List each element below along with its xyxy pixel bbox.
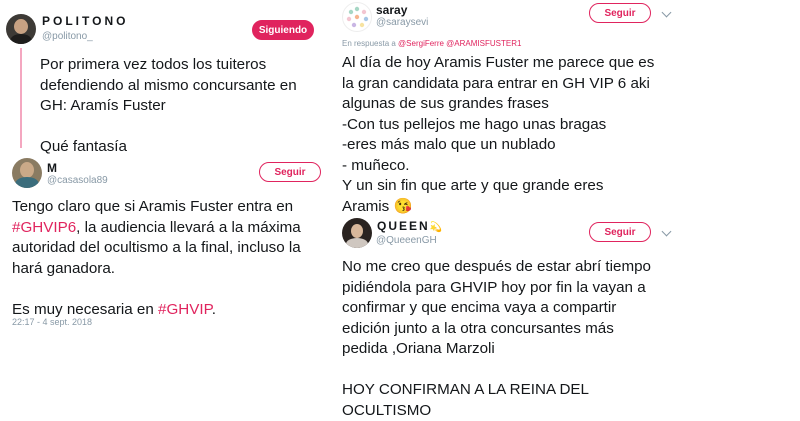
avatar-m[interactable] [12,158,42,188]
tweet-line: - muñeco. [342,156,654,177]
chevron-down-icon[interactable] [662,227,672,237]
tweet-line: #GHVIP6, la audiencia llevará a la máxim… [12,218,301,239]
avatar-dots-icon [343,3,371,31]
avatar-saray[interactable] [342,2,372,32]
kiss-emoji-icon: 😘 [394,198,413,215]
tweet-line: GH: Aramís Fuster [40,96,297,117]
tweet-line: No me creo que después de estar abrí tie… [342,257,651,278]
display-name-text: QUEEN [377,219,430,233]
tweet-text-saray: Al día de hoy Aramis Fuster me parece qu… [342,53,654,217]
reply-prefix: En respuesta a [342,39,398,48]
tweet-line: confirmar y que encima vaya a compartir [342,298,651,319]
handle-queen[interactable]: @QueeenGH [376,235,437,246]
tweet-text-m: Tengo claro que si Aramis Fuster entra e… [12,197,301,320]
reply-context: En respuesta a @SergiFerre @ARAMISFUSTER… [342,39,521,48]
tweet-text-queen: No me creo que después de estar abrí tie… [342,257,651,421]
avatar-queen[interactable] [342,218,372,248]
reply-mentions[interactable]: @SergiFerre @ARAMISFUSTER1 [398,39,521,48]
sparkle-icon: 💫 [430,222,442,233]
follow-button-m[interactable]: Seguir [259,162,321,182]
thread-line [20,48,22,148]
tweet-line: Por primera vez todos los tuiteros [40,55,297,76]
tweet-line: HOY CONFIRMAN A LA REINA DEL [342,380,651,401]
tweet-line [342,360,651,381]
tweet-line-rest: , la audiencia llevará a la máxima [76,219,301,236]
handle-m[interactable]: @casasola89 [47,175,108,186]
tweet-line: Tengo claro que si Aramis Fuster entra e… [12,197,301,218]
tweet-line: defendiendo al mismo concursante en [40,76,297,97]
tweet-line: edición junto a la otra concursantes más [342,319,651,340]
tweet-line: autoridad del ocultismo a la final, incl… [12,238,301,259]
tweet-line: hará ganadora. [12,259,301,280]
tweet-line: la gran candidata para entrar en GH VIP … [342,74,654,95]
avatar-politono[interactable] [6,14,36,44]
tweet-line: Aramis 😘 [342,197,654,218]
tweet-line: OCULTISMO [342,401,651,421]
tweet-line: -Con tus pellejos me hago unas bragas [342,115,654,136]
chevron-down-icon[interactable] [662,8,672,18]
tweet-line-pre: Es muy necesaria en [12,301,158,318]
tweet-line-post: . [212,301,216,318]
follow-button-queen[interactable]: Seguir [589,222,651,242]
hashtag-ghvip6[interactable]: #GHVIP6 [12,219,76,236]
following-button[interactable]: Siguiendo [252,20,314,40]
display-name-politono[interactable]: POLITONO [42,14,128,28]
display-name-m[interactable]: M [47,161,57,175]
tweet-line: pidiéndola para GHVIP hoy por fin la vay… [342,278,651,299]
display-name-queen[interactable]: QUEEN💫 [377,219,442,233]
timestamp[interactable]: 22:17 - 4 sept. 2018 [12,317,92,327]
tweet-line: Qué fantasía [40,137,297,158]
handle-politono[interactable]: @politono_ [42,31,93,42]
tweet-text-politono: Por primera vez todos los tuiteros defen… [40,55,297,158]
tweet-line: pedida ,Oriana Marzoli [342,339,651,360]
follow-button-saray[interactable]: Seguir [589,3,651,23]
handle-saray[interactable]: @saraysevi [376,17,428,28]
display-name-saray[interactable]: saray [376,3,407,17]
tweet-line: algunas de sus grandes frases [342,94,654,115]
tweet-line [40,117,297,138]
tweet-line-last: Aramis [342,198,389,215]
tweet-line: Al día de hoy Aramis Fuster me parece qu… [342,53,654,74]
tweet-line: Y un sin fin que arte y que grande eres [342,176,654,197]
hashtag-ghvip[interactable]: #GHVIP [158,301,212,318]
tweet-line: -eres más malo que un nublado [342,135,654,156]
tweet-line [12,279,301,300]
